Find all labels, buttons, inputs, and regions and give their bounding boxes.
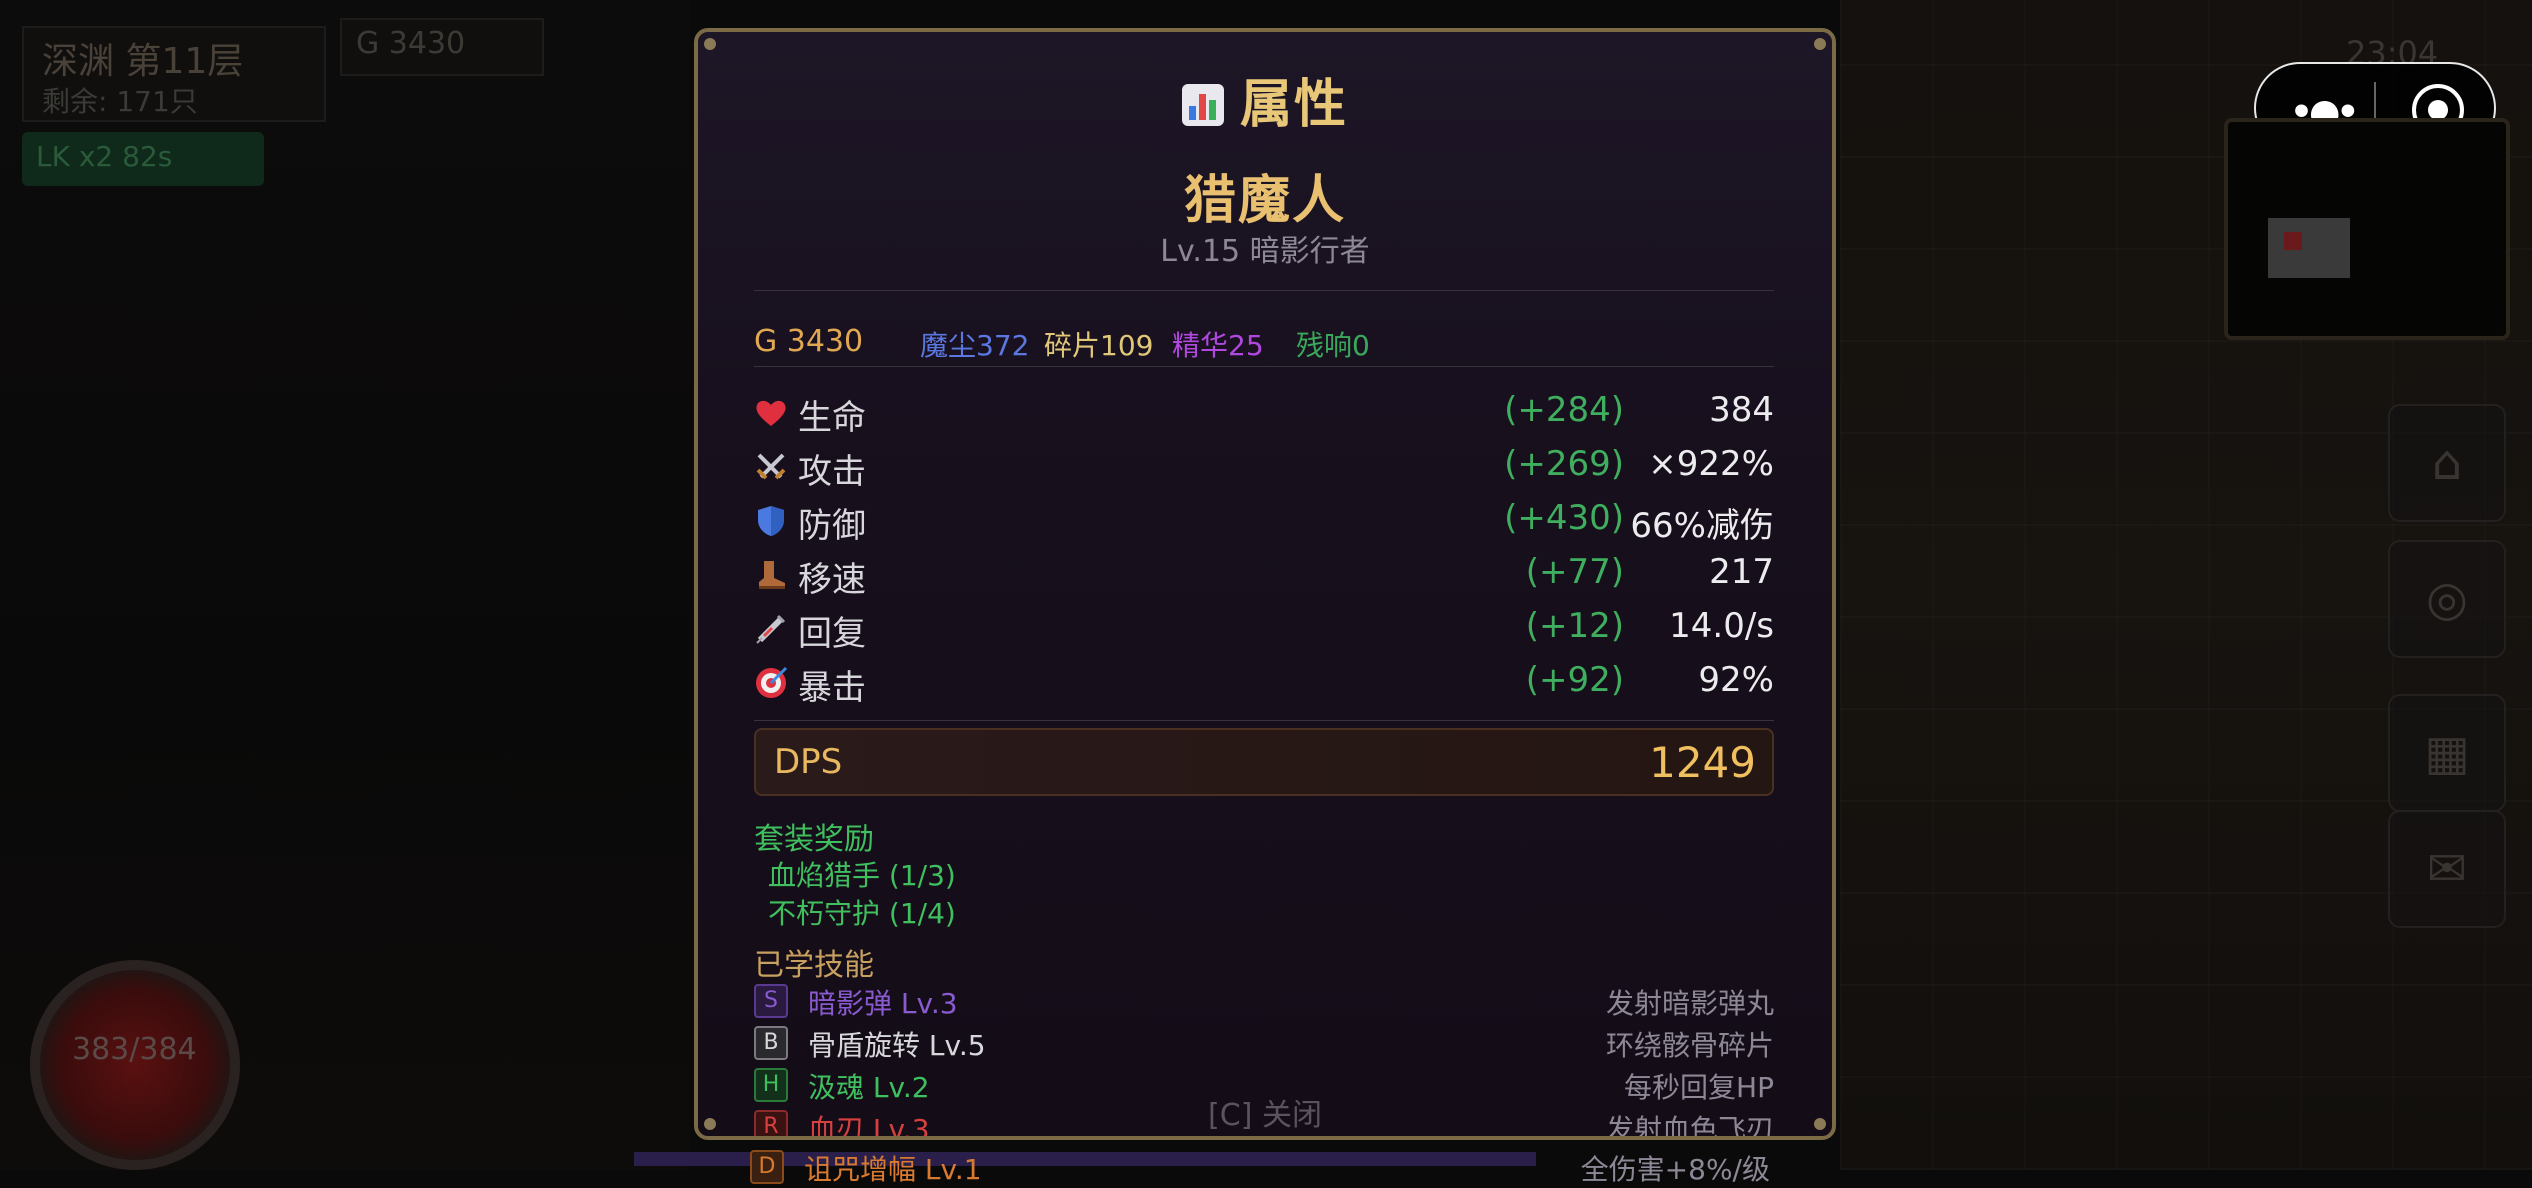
- stat-label: 攻击: [798, 452, 866, 492]
- panel-scrollbar[interactable]: [946, 1136, 1592, 1140]
- shield-icon: [758, 506, 784, 536]
- buff-label: LK x2 82s: [36, 140, 173, 173]
- stat-value: 384: [1709, 390, 1774, 430]
- dps-label: DPS: [774, 742, 843, 782]
- stat-value: 92%: [1698, 660, 1774, 700]
- stat-value: 66%减伤: [1630, 506, 1774, 546]
- panel-title: 属性: [698, 62, 1832, 137]
- stat-value: ×922%: [1648, 444, 1774, 484]
- skill-badge: B: [754, 1026, 788, 1060]
- currency-essence: 精华25: [1172, 329, 1264, 362]
- skill-name: 诅咒增幅 Lv.1: [804, 1153, 982, 1186]
- bar-chart-icon: [1181, 84, 1224, 126]
- stat-label: 生命: [798, 398, 866, 438]
- stat-row-attack: 攻击 (+269) ×922%: [754, 444, 1774, 498]
- stat-label: 回复: [798, 614, 866, 654]
- stat-bonus: (+269): [1504, 444, 1624, 484]
- mail-icon: ✉: [2426, 841, 2468, 897]
- shop-icon: ▦: [2424, 725, 2470, 781]
- skill-badge: S: [754, 984, 788, 1018]
- dps-value: 1249: [1649, 738, 1756, 787]
- set-bonus-item: 血焰猎手 (1/3): [768, 859, 956, 892]
- skill-desc: 环绕骸骨碎片: [1605, 1029, 1774, 1062]
- close-hint[interactable]: [C] 关闭: [698, 1090, 1832, 1134]
- stat-row-hp: 生命 (+284) 384: [754, 390, 1774, 444]
- divider: [754, 290, 1774, 291]
- skill-row[interactable]: S 暗影弹 Lv.3 发射暗影弹丸: [754, 982, 1774, 1022]
- skill-desc: 全伤害+8%/级: [1580, 1153, 1770, 1186]
- currency-dust: 魔尘372: [920, 329, 1030, 362]
- globe-icon: ◎: [2426, 571, 2468, 627]
- stat-bonus: (+284): [1504, 390, 1624, 430]
- stat-row-crit: 暴击 (+92) 92%: [754, 660, 1774, 714]
- stat-bonus: (+430): [1504, 498, 1624, 538]
- minimap[interactable]: [2224, 118, 2510, 340]
- stat-bonus: (+77): [1525, 552, 1624, 592]
- character-subtitle: Lv.15 暗影行者: [1160, 234, 1370, 269]
- stat-label: 防御: [798, 506, 866, 546]
- target-icon: [756, 666, 788, 698]
- stat-bonus: (+92): [1525, 660, 1624, 700]
- character-name: 猎魔人: [1183, 171, 1346, 231]
- skill-name: 骨盾旋转 Lv.5: [808, 1029, 986, 1062]
- currency-fragments: 碎片109: [1044, 329, 1154, 362]
- stat-row-defense: 防御 (+430) 66%减伤: [754, 498, 1774, 552]
- skill-desc: 发射暗影弹丸: [1605, 987, 1774, 1020]
- dps-box: DPS 1249: [754, 728, 1774, 796]
- globe-button[interactable]: ◎: [2388, 540, 2506, 658]
- minimap-player-marker: [2284, 232, 2302, 250]
- stat-label: 移速: [798, 560, 866, 600]
- syringe-icon: [756, 614, 786, 644]
- panel-title-text: 属性: [1239, 75, 1348, 135]
- stat-label: 暴击: [798, 668, 866, 708]
- shop-button[interactable]: ▦: [2388, 694, 2506, 812]
- home-icon: ⌂: [2431, 435, 2463, 491]
- stat-value: 217: [1709, 552, 1774, 592]
- stat-bonus: (+12): [1525, 606, 1624, 646]
- set-bonus-title: 套装奖励: [754, 822, 874, 857]
- boot-icon: [759, 561, 785, 589]
- currency-gold: G 3430: [754, 324, 864, 359]
- hp-orb-label: 383/384: [72, 1032, 197, 1067]
- skill-name: 暗影弹 Lv.3: [808, 987, 958, 1020]
- floor-label: 深渊 第11层: [42, 41, 244, 82]
- skill-badge: D: [750, 1150, 784, 1184]
- crossed-swords-icon: [756, 453, 786, 480]
- divider: [754, 366, 1774, 367]
- remaining-label: 剩余: 171只: [42, 85, 198, 118]
- stat-row-speed: 移速 (+77) 217: [754, 552, 1774, 606]
- attributes-panel: 属性 猎魔人 Lv.15 暗影行者 G 3430 魔尘372 碎片109 精华2…: [694, 28, 1836, 1140]
- corner-rivet: [704, 38, 716, 50]
- mail-button[interactable]: ✉: [2388, 810, 2506, 928]
- skill-row[interactable]: D 诅咒增幅 Lv.1 全伤害+8%/级: [750, 1148, 1770, 1188]
- gold-hud-label: G 3430: [356, 26, 466, 61]
- stat-row-regen: 回复 (+12) 14.0/s: [754, 606, 1774, 660]
- currency-echo: 残响0: [1296, 329, 1370, 362]
- divider: [754, 720, 1774, 721]
- set-bonus-item: 不朽守护 (1/4): [768, 897, 956, 930]
- skills-title: 已学技能: [754, 948, 874, 983]
- minimap-room: [2268, 218, 2350, 278]
- heart-icon: [756, 400, 786, 426]
- stat-value: 14.0/s: [1669, 606, 1774, 646]
- skill-row[interactable]: B 骨盾旋转 Lv.5 环绕骸骨碎片: [754, 1024, 1774, 1064]
- corner-rivet: [1814, 38, 1826, 50]
- home-button[interactable]: ⌂: [2388, 404, 2506, 522]
